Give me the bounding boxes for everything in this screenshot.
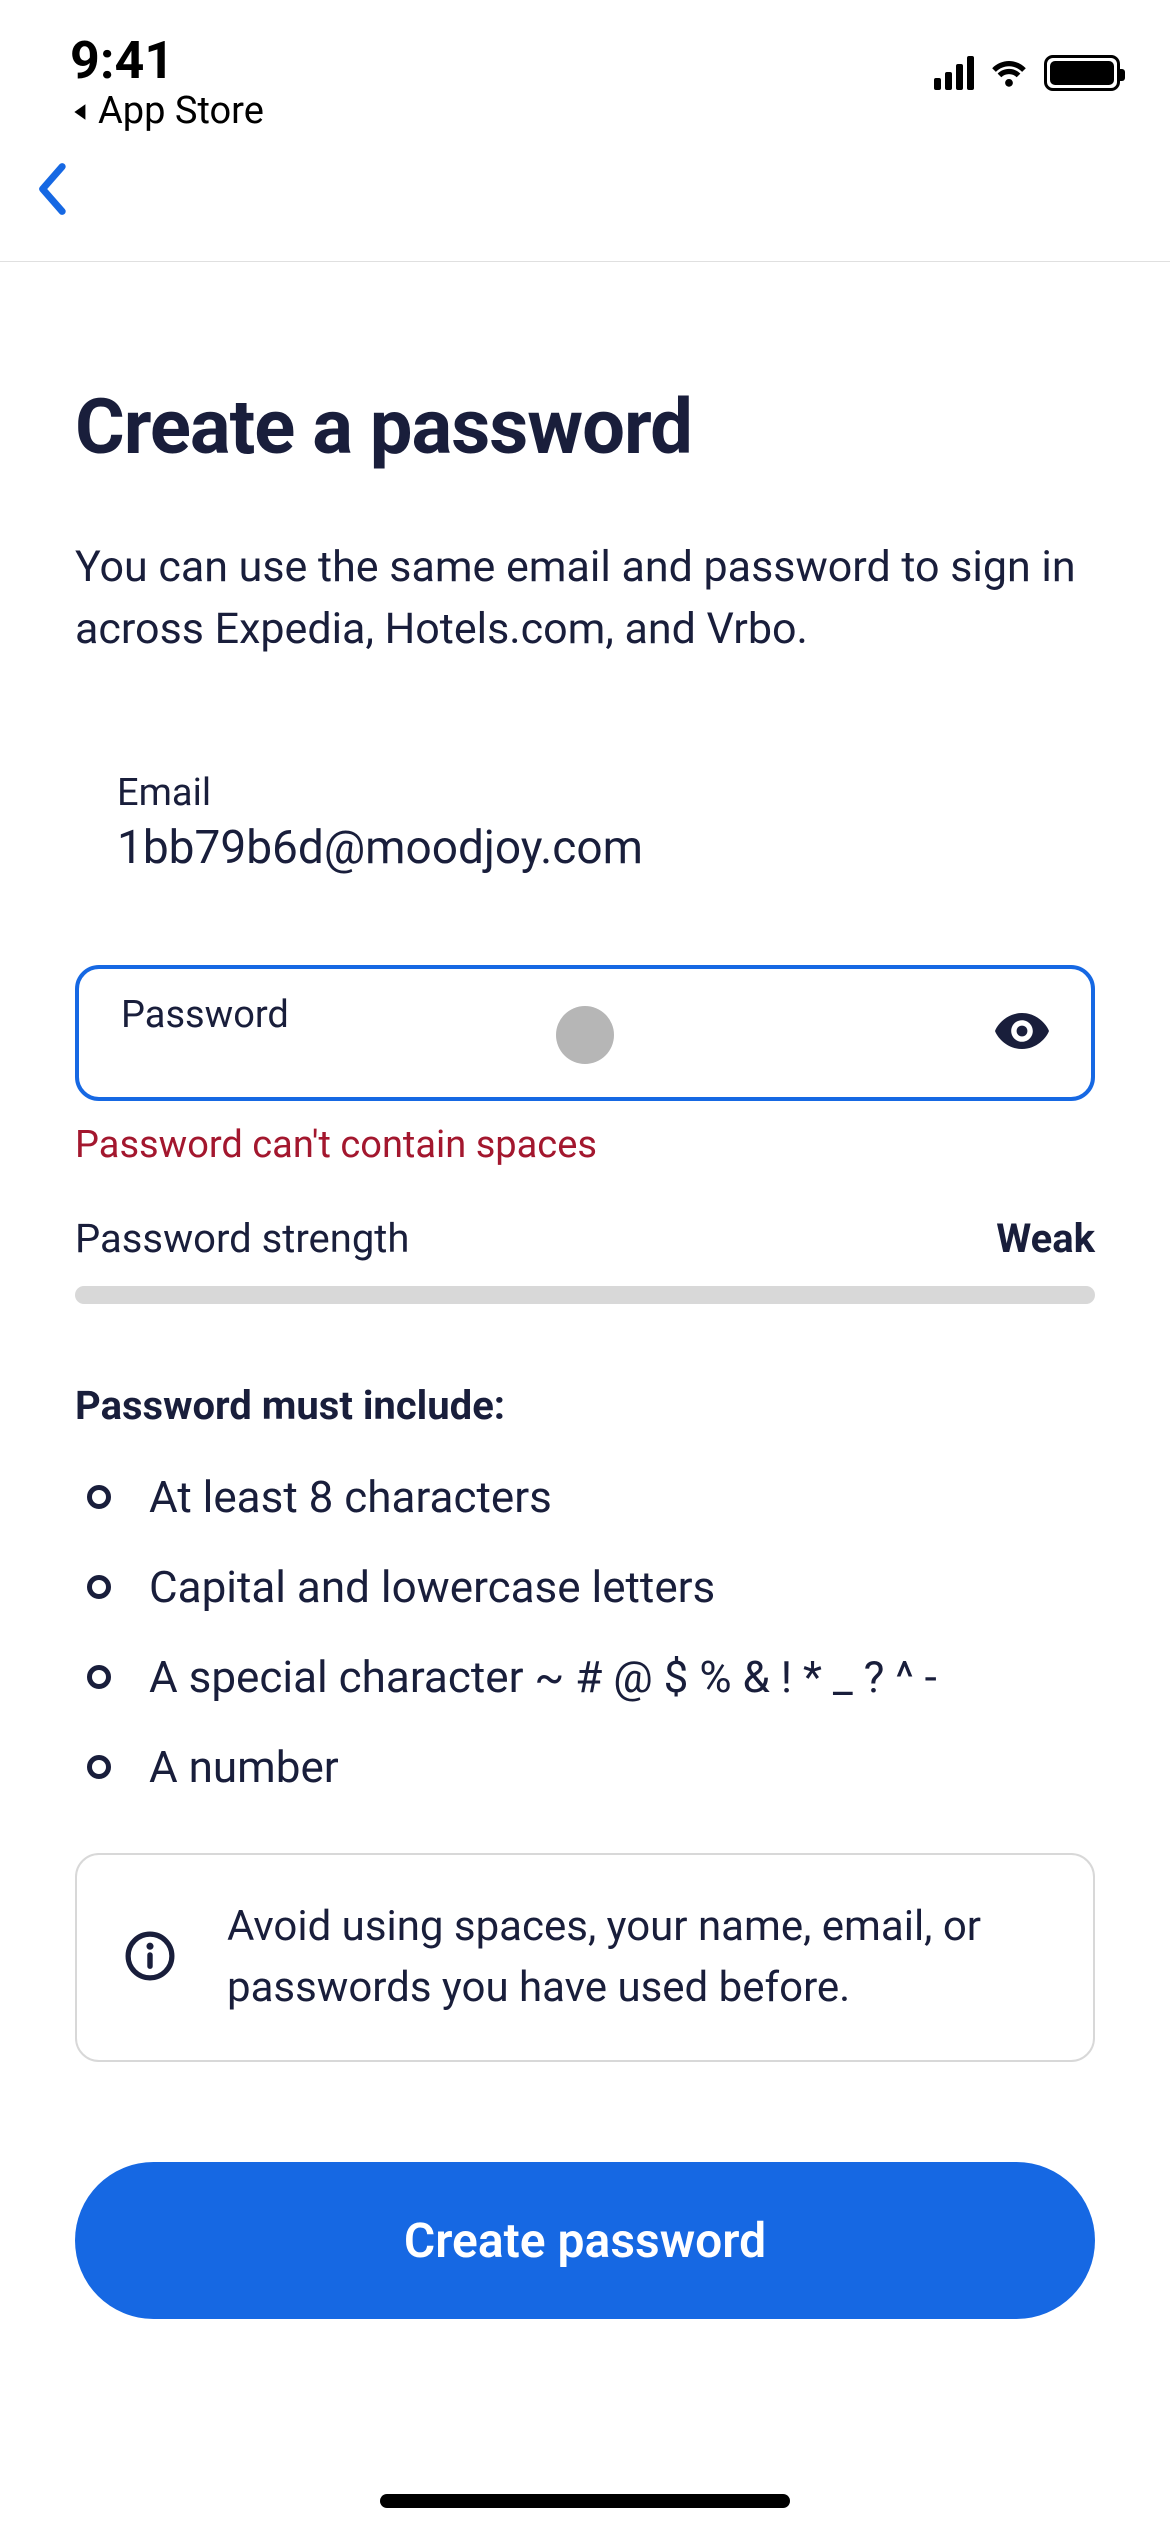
page-title: Create a password	[75, 382, 1095, 472]
password-strength-row: Password strength Weak	[75, 1215, 1095, 1262]
requirement-item: A special character ~ # @ $ % & ! * _ ? …	[75, 1651, 1095, 1703]
strength-value: Weak	[996, 1215, 1095, 1262]
chevron-left-icon	[30, 202, 72, 221]
back-button[interactable]	[30, 161, 1130, 221]
status-time: 9:41	[70, 30, 264, 91]
requirement-text: Capital and lowercase letters	[149, 1561, 715, 1613]
cellular-signal-icon	[934, 56, 974, 90]
circle-icon	[87, 1575, 111, 1599]
requirements-title: Password must include:	[75, 1382, 1095, 1429]
status-bar: 9:41 App Store	[0, 0, 1170, 133]
requirements-list: At least 8 characters Capital and lowerc…	[75, 1471, 1095, 1793]
circle-icon	[87, 1755, 111, 1779]
requirement-text: At least 8 characters	[149, 1471, 552, 1523]
tip-box: Avoid using spaces, your name, email, or…	[75, 1853, 1095, 2063]
email-display: Email 1bb79b6d@moodjoy.com	[75, 771, 1095, 875]
requirement-item: A number	[75, 1741, 1095, 1793]
battery-icon	[1044, 55, 1120, 91]
requirement-text: A number	[149, 1741, 339, 1793]
home-indicator[interactable]	[380, 2494, 790, 2508]
requirement-item: At least 8 characters	[75, 1471, 1095, 1523]
info-icon	[125, 1931, 175, 1985]
create-password-button[interactable]: Create password	[75, 2162, 1095, 2319]
password-input[interactable]: Password	[75, 965, 1095, 1101]
password-error: Password can't contain spaces	[75, 1123, 1095, 1167]
strength-bar	[75, 1286, 1095, 1304]
eye-icon	[995, 1036, 1049, 1055]
circle-icon	[87, 1665, 111, 1689]
nav-bar	[0, 133, 1170, 262]
tip-text: Avoid using spaces, your name, email, or…	[227, 1897, 1045, 2019]
requirement-text: A special character ~ # @ $ % & ! * _ ? …	[149, 1651, 937, 1703]
email-value: 1bb79b6d@moodjoy.com	[117, 821, 1095, 875]
back-to-app-store[interactable]: App Store	[70, 89, 264, 133]
wifi-icon	[988, 55, 1030, 91]
strength-label: Password strength	[75, 1215, 409, 1262]
cursor-indicator	[556, 1006, 614, 1064]
back-triangle-icon	[70, 89, 92, 133]
page-subtitle: You can use the same email and password …	[75, 536, 1095, 661]
toggle-password-visibility[interactable]	[995, 1011, 1049, 1055]
back-to-app-label: App Store	[98, 89, 264, 133]
email-label: Email	[117, 771, 1095, 815]
circle-icon	[87, 1485, 111, 1509]
requirement-item: Capital and lowercase letters	[75, 1561, 1095, 1613]
